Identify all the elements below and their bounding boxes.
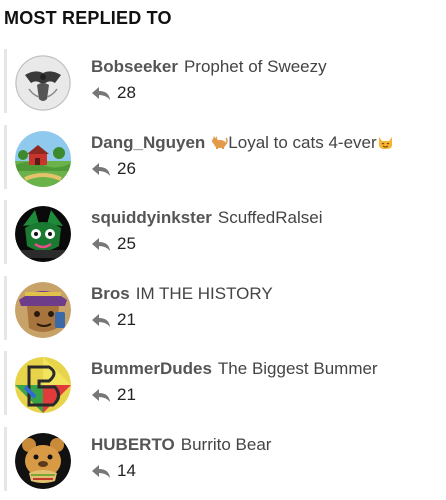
row-rail xyxy=(4,275,7,340)
username-link[interactable]: BummerDudes xyxy=(91,359,212,378)
row-rail xyxy=(4,200,7,264)
user-title: Loyal to cats 4-ever xyxy=(211,133,393,152)
reply-count-line: 25 xyxy=(91,234,136,254)
list-item: squiddyinkster ScuffedRalsei 25 xyxy=(0,194,446,270)
username-link[interactable]: Bros xyxy=(91,284,130,303)
user-title: The Biggest Bummer xyxy=(217,359,378,378)
user-name-line: BummerDudes The Biggest Bummer xyxy=(91,359,378,379)
reply-arrow-icon xyxy=(91,236,111,252)
list-item: Dang_Nguyen Loyal to cats 4-ever 26 xyxy=(0,119,446,195)
username-link[interactable]: Bobseeker xyxy=(91,57,178,76)
username-link[interactable]: Dang_Nguyen xyxy=(91,133,205,152)
reply-count: 28 xyxy=(117,83,136,102)
reply-arrow-icon xyxy=(91,85,111,101)
smiling-cat-emoji-icon xyxy=(377,134,394,150)
row-rail xyxy=(4,426,7,491)
avatar[interactable] xyxy=(15,206,71,262)
list-item: HUBERTO Burrito Bear 14 xyxy=(0,421,446,497)
reply-count: 21 xyxy=(117,385,136,404)
user-name-line: Bros IM THE HISTORY xyxy=(91,284,273,304)
row-rail xyxy=(4,124,7,189)
reply-count: 21 xyxy=(117,309,136,329)
reply-count-line: 14 xyxy=(91,461,136,481)
user-name-line: HUBERTO Burrito Bear xyxy=(91,435,271,455)
reply-arrow-icon xyxy=(91,463,111,479)
user-title: Prophet of Sweezy xyxy=(183,57,327,76)
list-item: Bobseeker Prophet of Sweezy 28 xyxy=(0,43,446,119)
reply-count-line: 28 xyxy=(91,83,136,103)
reply-arrow-icon xyxy=(91,387,111,403)
avatar[interactable] xyxy=(15,55,71,111)
reply-count-line: 26 xyxy=(91,159,136,179)
user-name-line: Bobseeker Prophet of Sweezy xyxy=(91,57,327,77)
list-item: Bros IM THE HISTORY 21 xyxy=(0,270,446,346)
reply-count: 25 xyxy=(117,234,136,253)
username-link[interactable]: squiddyinkster xyxy=(91,208,212,227)
user-title: IM THE HISTORY xyxy=(135,283,273,303)
most-replied-list: Bobseeker Prophet of Sweezy 28 Dang_Nguy… xyxy=(0,43,446,496)
username-link[interactable]: HUBERTO xyxy=(91,435,175,454)
avatar[interactable] xyxy=(15,432,71,489)
avatar[interactable] xyxy=(15,281,71,338)
avatar[interactable] xyxy=(15,357,71,413)
user-title: Burrito Bear xyxy=(180,434,272,454)
reply-arrow-icon xyxy=(91,312,111,328)
user-name-line: squiddyinkster ScuffedRalsei xyxy=(91,208,323,228)
list-item: BummerDudes The Biggest Bummer 21 xyxy=(0,345,446,421)
reply-count: 26 xyxy=(117,158,136,178)
avatar[interactable] xyxy=(15,130,71,187)
section-title: MOST REPLIED TO xyxy=(4,8,172,28)
user-title: ScuffedRalsei xyxy=(217,208,323,227)
user-title-text: Loyal to cats 4-ever xyxy=(228,132,377,152)
row-rail xyxy=(4,49,7,113)
row-rail xyxy=(4,351,7,415)
cat-emoji-icon xyxy=(211,134,229,150)
reply-count-line: 21 xyxy=(91,310,136,330)
reply-arrow-icon xyxy=(91,161,111,177)
reply-count-line: 21 xyxy=(91,385,136,405)
reply-count: 14 xyxy=(117,460,136,480)
user-name-line: Dang_Nguyen Loyal to cats 4-ever xyxy=(91,133,394,153)
